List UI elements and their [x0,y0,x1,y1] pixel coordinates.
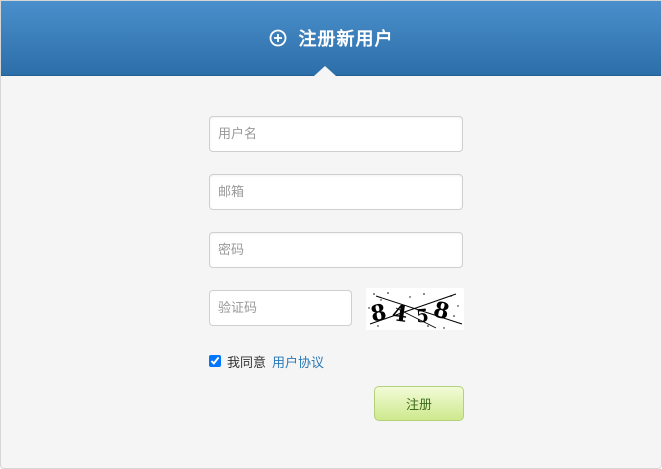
user-agreement-link[interactable]: 用户协议 [272,352,324,371]
register-panel: 注册新用户 8 4 5 8 我同意 用户协议 注册 [0,0,662,469]
agree-row: 我同意 用户协议 [209,352,324,371]
captcha-input[interactable] [209,290,352,326]
agree-label: 我同意 [227,355,267,371]
panel-header: 注册新用户 [1,1,661,76]
header-notch [314,66,336,76]
password-input[interactable] [209,232,463,268]
plus-circle-icon [269,29,286,47]
captcha-image[interactable]: 8 4 5 8 [366,288,464,330]
register-button[interactable]: 注册 [374,386,464,421]
agree-checkbox[interactable] [209,355,221,367]
email-input[interactable] [209,174,463,210]
page-title: 注册新用户 [298,29,394,50]
username-input[interactable] [209,116,463,152]
header-title-wrap: 注册新用户 [1,1,661,75]
